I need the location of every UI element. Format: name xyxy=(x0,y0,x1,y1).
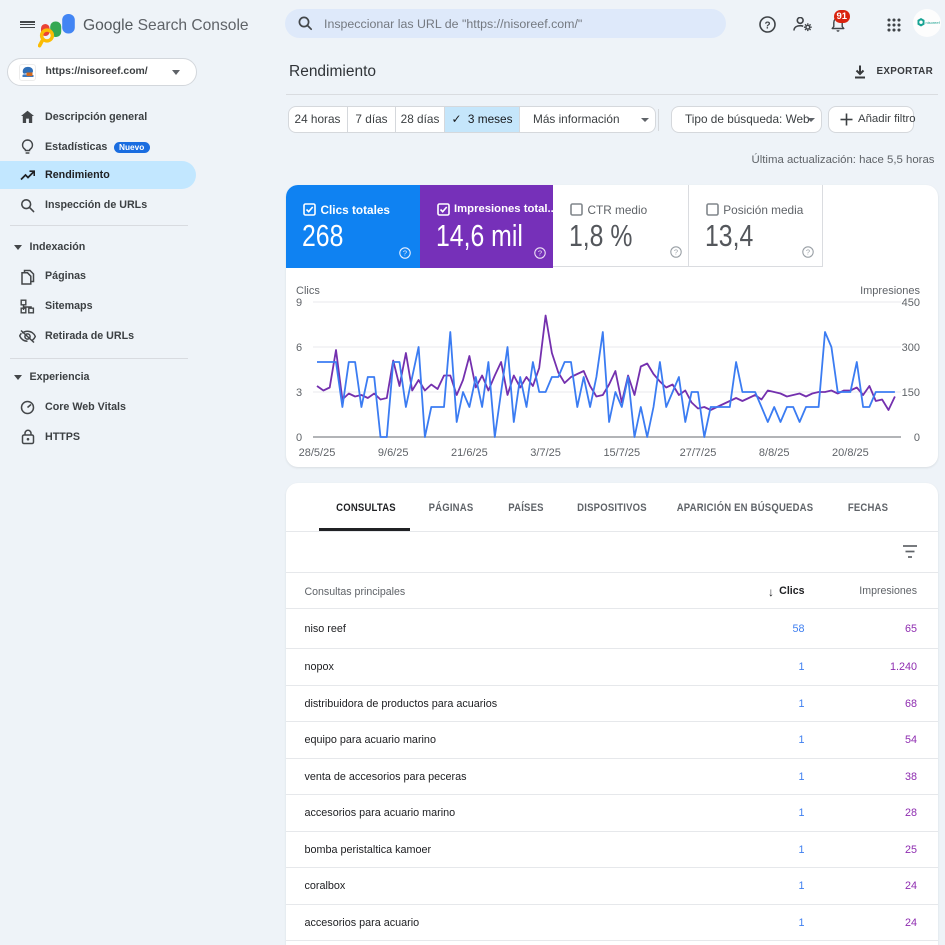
svg-text:6: 6 xyxy=(296,342,302,354)
svg-text:Clics: Clics xyxy=(296,285,320,297)
svg-text:28/5/25: 28/5/25 xyxy=(299,447,336,459)
svg-text:3/7/25: 3/7/25 xyxy=(530,447,561,459)
svg-text:?: ? xyxy=(403,249,407,258)
svg-text:?: ? xyxy=(673,248,677,257)
svg-text:15/7/25: 15/7/25 xyxy=(603,447,640,459)
svg-text:300: 300 xyxy=(902,342,920,354)
svg-text:?: ? xyxy=(806,248,810,257)
svg-text:8/8/25: 8/8/25 xyxy=(759,447,790,459)
svg-text:150: 150 xyxy=(902,387,920,399)
svg-text:nisoreef: nisoreef xyxy=(926,20,941,25)
svg-text:Impresiones: Impresiones xyxy=(860,285,920,297)
svg-text:450: 450 xyxy=(902,297,920,309)
svg-text:0: 0 xyxy=(296,432,302,444)
svg-text:0: 0 xyxy=(914,432,920,444)
svg-text:?: ? xyxy=(764,21,770,32)
svg-text:3: 3 xyxy=(296,387,302,399)
svg-text:?: ? xyxy=(538,249,542,258)
svg-text:9: 9 xyxy=(296,297,302,309)
svg-text:27/7/25: 27/7/25 xyxy=(680,447,717,459)
svg-text:20/8/25: 20/8/25 xyxy=(832,447,869,459)
svg-text:9/6/25: 9/6/25 xyxy=(378,447,409,459)
svg-text:21/6/25: 21/6/25 xyxy=(451,447,488,459)
